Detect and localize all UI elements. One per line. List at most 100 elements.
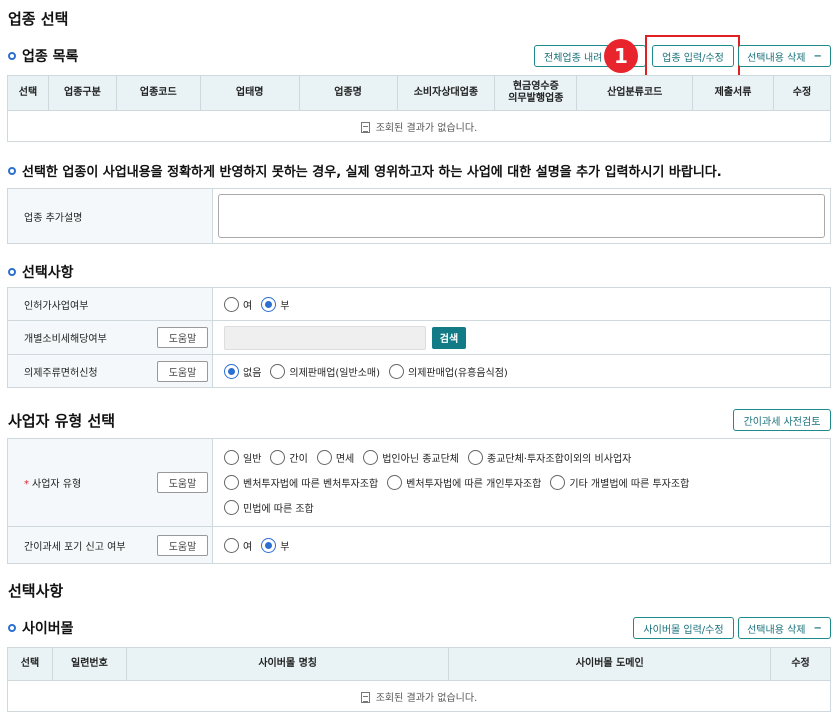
liquor-label: 의제주류면허신청 xyxy=(24,367,98,379)
bullet-ring-icon xyxy=(8,52,16,60)
radio-label: 면세 xyxy=(335,454,355,465)
biz-type-nonbusiness-radio[interactable]: 종교단체·투자조합이외의 비사업자 xyxy=(468,450,631,465)
bullet-ring-icon xyxy=(8,268,16,276)
col-serial: 일련번호 xyxy=(51,647,127,681)
empty-row: 조회된 결과가 없습니다. xyxy=(7,680,831,712)
bullet-ring-icon xyxy=(8,624,16,632)
extra-desc-form: 업종 추가설명 xyxy=(7,188,831,244)
radio-circle-selected xyxy=(261,296,277,312)
document-icon xyxy=(360,121,370,133)
col-edit: 수정 xyxy=(773,75,831,111)
col-documents: 제출서류 xyxy=(692,75,774,111)
page-title: 업종 선택 xyxy=(8,10,69,28)
col-industry-code: 업종코드 xyxy=(115,75,201,111)
biz-type-individual-fund-radio[interactable]: 벤처투자법에 따른 개인투자조합 xyxy=(387,475,541,490)
waiver-no-radio[interactable]: 부 xyxy=(261,537,289,553)
col-mall-name: 사이버몰 명칭 xyxy=(125,647,450,681)
biz-type-other-fund-radio[interactable]: 기타 개별법에 따른 투자조합 xyxy=(550,475,689,490)
radio-label: 없음 xyxy=(243,367,262,379)
liquor-none-radio[interactable]: 없음 xyxy=(224,363,262,379)
radio-circle xyxy=(270,363,286,379)
excise-input[interactable] xyxy=(224,325,426,350)
radio-circle-selected xyxy=(261,537,277,553)
radio-circle xyxy=(224,475,239,490)
col-edit: 수정 xyxy=(770,647,831,681)
simplified-tax-precheck-button[interactable]: 간이과세 사전검토 xyxy=(733,409,831,431)
biz-type-civil-partnership-radio[interactable]: 민법에 따른 조합 xyxy=(224,500,314,515)
radio-circle xyxy=(224,296,239,312)
excise-help-button[interactable]: 도움말 xyxy=(157,327,208,348)
biz-type-venture-fund-radio[interactable]: 벤처투자법에 따른 벤처투자조합 xyxy=(224,475,378,490)
radio-circle xyxy=(316,450,332,465)
liquor-entertainment-radio[interactable]: 의제판매업(유흥음식점) xyxy=(389,363,508,379)
biz-type-exempt-radio[interactable]: 면세 xyxy=(316,450,355,465)
selection-heading: 선택사항 xyxy=(8,262,74,282)
biz-type-label-cell: * 사업자 유형 도움말 xyxy=(7,439,213,526)
industry-list-heading: 업종 목록 xyxy=(8,46,78,66)
waiver-yes-radio[interactable]: 여 xyxy=(224,537,252,553)
extra-desc-cell xyxy=(213,189,831,243)
permit-no-radio[interactable]: 부 xyxy=(261,296,290,312)
biz-type-form: * 사업자 유형 도움말 일반 간이 면세 법인아닌 종교단체 종교단체·투자조합이… xyxy=(7,438,831,564)
excise-label: 개별소비세해당여부 xyxy=(24,334,107,345)
liquor-help-button[interactable]: 도움말 xyxy=(157,360,208,382)
extra-desc-label-cell: 업종 추가설명 xyxy=(7,189,213,243)
excise-search-button[interactable]: 검색 xyxy=(432,326,466,349)
radio-label: 벤처투자법에 따른 개인투자조합 xyxy=(406,479,542,490)
radio-circle xyxy=(224,450,239,465)
col-industry-name: 업종명 xyxy=(298,75,398,111)
industry-table: 선택 업종구분 업종코드 업태명 업종명 소비자상대업종 현금영수증 의무발행업… xyxy=(7,75,831,142)
document-icon xyxy=(360,691,370,703)
biz-type-religious-radio[interactable]: 법인아닌 종교단체 xyxy=(363,450,459,465)
biz-type-label-wrap: * 사업자 유형 xyxy=(24,475,81,490)
biz-type-general-radio[interactable]: 일반 xyxy=(224,450,261,465)
excise-label-cell: 개별소비세해당여부 도움말 xyxy=(7,321,213,354)
radio-label: 일반 xyxy=(243,454,262,465)
radio-label: 간이 xyxy=(289,454,308,465)
waiver-help-button[interactable]: 도움말 xyxy=(157,534,208,556)
biz-type-line2: 벤처투자법에 따른 벤처투자조합 벤처투자법에 따른 개인투자조합 기타 개별법… xyxy=(224,475,698,490)
radio-label: 부 xyxy=(280,300,290,312)
industry-list-title: 업종 목록 xyxy=(22,49,79,65)
radio-label: 민법에 따른 조합 xyxy=(243,504,314,515)
optional-section-title: 선택사항 xyxy=(8,582,64,600)
biz-type-line1: 일반 간이 면세 법인아닌 종교단체 종교단체·투자조합이외의 비사업자 xyxy=(224,450,640,465)
radio-label: 벤처투자법에 따른 벤처투자조합 xyxy=(243,479,379,490)
selection-form: 인허가사업여부 여 부 개별소비세해당여부 도움말 검색 의제주류면허신청 도움말 … xyxy=(7,287,831,388)
col-industry-class-code: 산업분류코드 xyxy=(576,75,694,111)
col-mall-domain: 사이버몰 도메인 xyxy=(448,647,772,681)
delete-selected-cyber-mall-button[interactable]: 선택내용 삭제 − xyxy=(738,617,831,639)
biz-type-help-button[interactable]: 도움말 xyxy=(157,472,208,493)
waiver-options: 여 부 xyxy=(213,527,831,563)
waiver-label-cell: 간이과세 포기 신고 여부 도움말 xyxy=(7,527,213,563)
radio-label: 의제판매업(유흥음식점) xyxy=(408,367,508,379)
permit-label-cell: 인허가사업여부 xyxy=(7,288,213,320)
bullet-ring-icon xyxy=(8,166,16,175)
permit-yes-radio[interactable]: 여 xyxy=(224,296,253,312)
delete-selected-label: 선택내용 삭제 xyxy=(747,624,806,636)
industry-input-edit-button[interactable]: 업종 입력/수정 xyxy=(652,45,734,67)
delete-selected-industry-button[interactable]: 선택내용 삭제 − xyxy=(738,45,831,67)
liquor-retail-radio[interactable]: 의제판매업(일반소매) xyxy=(270,363,380,379)
waiver-row: 간이과세 포기 신고 여부 도움말 여 부 xyxy=(7,527,831,564)
waiver-label: 간이과세 포기 신고 여부 xyxy=(24,541,126,553)
minus-icon: − xyxy=(813,50,822,62)
permit-label: 인허가사업여부 xyxy=(24,300,89,312)
biz-type-row: * 사업자 유형 도움말 일반 간이 면세 법인아닌 종교단체 종교단체·투자조합이… xyxy=(7,439,831,527)
cyber-mall-input-edit-button[interactable]: 사이버몰 입력/수정 xyxy=(633,617,734,639)
biz-type-simplified-radio[interactable]: 간이 xyxy=(270,450,308,465)
col-business-type: 업태명 xyxy=(199,75,300,111)
biz-type-options: 일반 간이 면세 법인아닌 종교단체 종교단체·투자조합이외의 비사업자 벤처투… xyxy=(213,439,831,526)
radio-circle xyxy=(389,363,405,379)
biz-type-line3: 민법에 따른 조합 xyxy=(224,500,323,515)
extra-desc-textarea[interactable] xyxy=(218,194,825,238)
radio-label: 여 xyxy=(243,300,253,312)
radio-circle xyxy=(224,500,239,515)
radio-circle xyxy=(468,450,483,465)
col-select: 선택 xyxy=(7,647,53,681)
biz-type-label: 사업자 유형 xyxy=(32,479,82,490)
col-industry-type: 업종구분 xyxy=(47,75,117,111)
col-consumer-industry: 소비자상대업종 xyxy=(396,75,496,111)
step-badge: 1 xyxy=(604,39,638,73)
cyber-mall-title: 사이버몰 xyxy=(22,621,74,637)
